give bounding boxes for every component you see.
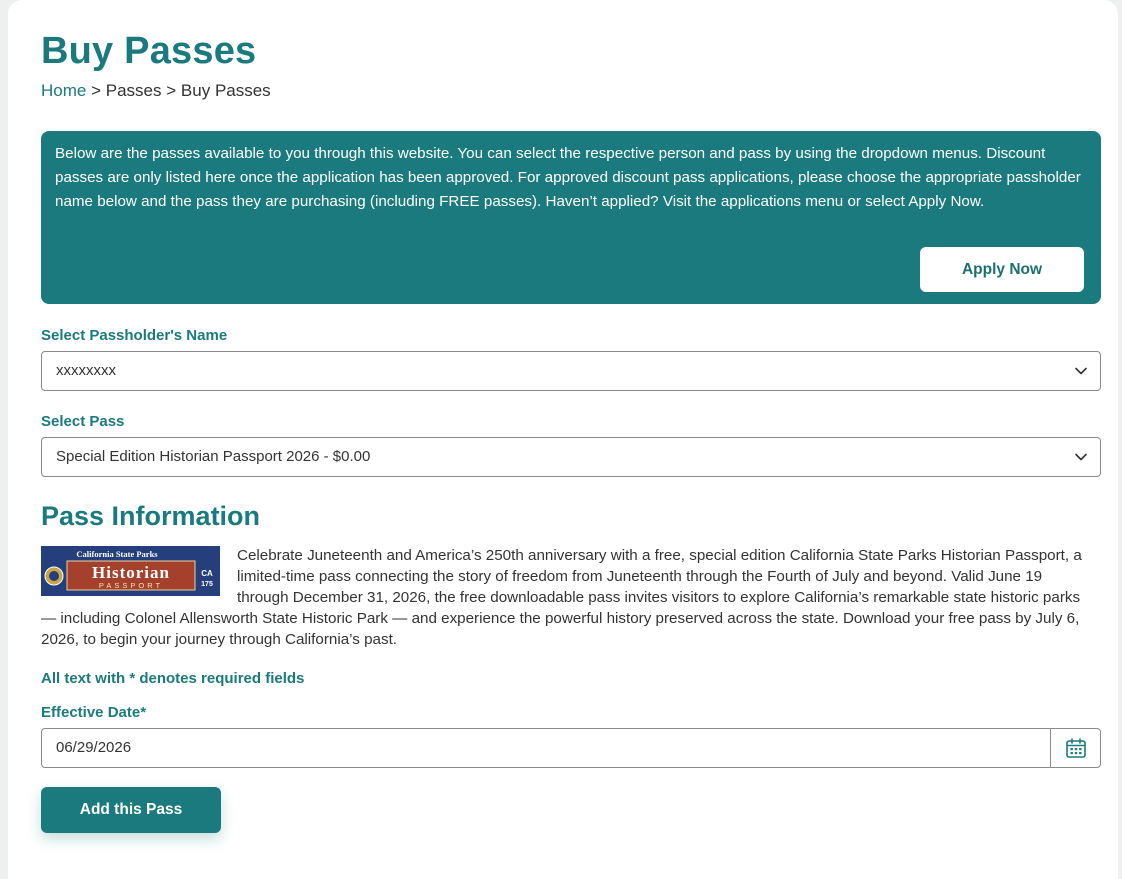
main-card: Buy Passes Home > Passes > Buy Passes Be… xyxy=(8,0,1118,879)
historian-passport-image: California State Parks Historian PASSPOR… xyxy=(41,546,220,596)
pass-select[interactable]: Special Edition Historian Passport 2026 … xyxy=(41,437,1101,477)
required-fields-note: All text with * denotes required fields xyxy=(41,670,305,687)
chevron-down-icon xyxy=(1074,438,1088,476)
passholder-select[interactable]: xxxxxxxx xyxy=(41,351,1101,391)
passport-image-badge-num: 175 xyxy=(201,581,213,588)
effective-date-label: Effective Date* xyxy=(41,704,147,721)
effective-date-field[interactable]: 06/29/2026 xyxy=(41,728,1101,768)
pass-description-block: California State Parks Historian PASSPOR… xyxy=(41,545,1096,650)
breadcrumb-home-link[interactable]: Home xyxy=(41,81,86,100)
passholder-select-value: xxxxxxxx xyxy=(56,362,116,379)
pass-select-label: Select Pass xyxy=(41,413,125,430)
passport-image-sub-text: PASSPORT xyxy=(99,581,163,590)
breadcrumb-passes: Passes xyxy=(105,81,162,100)
passport-image-badge-top: CA xyxy=(201,569,213,578)
breadcrumb-current: Buy Passes xyxy=(180,81,271,100)
effective-date-value: 06/29/2026 xyxy=(56,739,132,756)
info-box: Below are the passes available to you th… xyxy=(41,131,1101,304)
breadcrumb-separator: > xyxy=(91,81,102,100)
info-text: Below are the passes available to you th… xyxy=(55,145,1081,210)
chevron-down-icon xyxy=(1074,352,1088,390)
calendar-icon[interactable] xyxy=(1050,729,1100,767)
breadcrumb: Home > Passes > Buy Passes xyxy=(41,81,271,101)
passport-image-top-text: California State Parks xyxy=(76,549,158,559)
passholder-label: Select Passholder's Name xyxy=(41,327,228,344)
breadcrumb-separator: > xyxy=(166,81,177,100)
page-title: Buy Passes xyxy=(41,30,257,72)
pass-select-value: Special Edition Historian Passport 2026 … xyxy=(56,448,371,465)
passport-image-main-text: Historian xyxy=(92,563,170,582)
add-this-pass-button[interactable]: Add this Pass xyxy=(41,787,221,833)
pass-information-heading: Pass Information xyxy=(41,501,261,531)
apply-now-button[interactable]: Apply Now xyxy=(920,247,1084,292)
